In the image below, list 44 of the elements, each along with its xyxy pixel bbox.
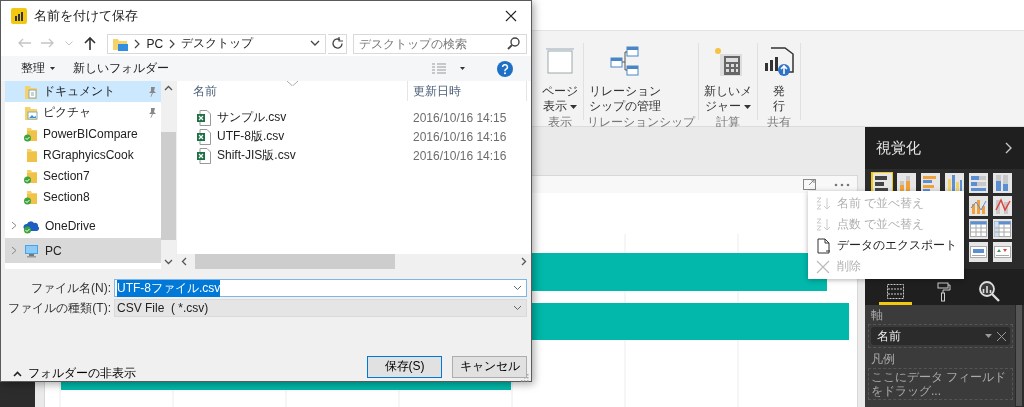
modified-date: 2016/10/16 14:16 xyxy=(412,129,507,144)
ribbon-button[interactable]: ページ 表示 xyxy=(539,43,581,114)
ribbon-group-label: 計算 xyxy=(715,114,741,131)
file-name[interactable]: Shift-JIS版.csv xyxy=(177,147,408,164)
drop-zone[interactable]: ここにデータ フィールドをドラッグ... xyxy=(868,368,1013,400)
field-chip[interactable]: 名前 xyxy=(871,327,1010,345)
menu-item[interactable]: データのエクスポート xyxy=(808,235,964,256)
file-type-select[interactable]: CSV File ( *.csv) xyxy=(114,299,527,317)
new-folder-button[interactable]: 新しいフォルダー xyxy=(67,57,175,80)
file-name[interactable]: サンプル.csv xyxy=(177,109,408,126)
file-name-field[interactable]: UTF-8ファイル.csv xyxy=(114,279,527,297)
section-label: 凡例 xyxy=(870,351,896,368)
window-title: 名前を付けて保存 xyxy=(34,7,139,25)
nav-item[interactable]: ピクチャ xyxy=(5,102,161,123)
ribbon-button[interactable]: 新しいメ ジャー xyxy=(701,43,755,114)
nav-item[interactable]: RGraphyicsCook xyxy=(5,144,161,165)
nav-item[interactable]: OneDrive xyxy=(5,213,161,238)
save-button[interactable]: 保存(S) xyxy=(367,355,442,378)
nav-item[interactable]: Section7 xyxy=(5,165,161,186)
ribbon-button[interactable]: リレーション シップの管理 xyxy=(586,43,664,114)
ribbon-group-label: 共有 xyxy=(766,114,792,131)
nav-item[interactable]: Section8 xyxy=(5,186,161,207)
section-label: 軸 xyxy=(870,307,884,324)
field-name: 名前 xyxy=(877,327,902,345)
column-header[interactable]: 名前 xyxy=(177,81,408,101)
nav-item[interactable]: PowerBICompare xyxy=(5,123,161,144)
file-name[interactable]: UTF-8版.csv xyxy=(177,128,408,145)
organize-button[interactable]: 整理 xyxy=(15,57,61,80)
search-field[interactable]: デスクトップの検索 xyxy=(353,33,527,54)
nav-item[interactable]: ドキュメント xyxy=(5,81,161,102)
cancel-button[interactable]: キャンセル xyxy=(452,355,527,378)
address-bar[interactable]: PC デスクトップ xyxy=(107,33,326,54)
field-label: ファイルの種類(T): xyxy=(7,299,112,317)
modified-date: 2016/10/16 14:15 xyxy=(412,110,507,125)
column-header[interactable]: 更新日時 xyxy=(408,81,527,101)
nav-item[interactable]: PC xyxy=(5,238,161,263)
ribbon-button[interactable]: 発 行 xyxy=(760,43,798,114)
breadcrumb-item[interactable]: PC xyxy=(146,36,164,51)
modified-date: 2016/10/16 14:16 xyxy=(412,148,507,163)
field-label: ファイル名(N): xyxy=(30,279,112,297)
hide-folders-button[interactable]: フォルダーの非表示 xyxy=(11,363,138,384)
breadcrumb-item[interactable]: デスクトップ xyxy=(181,35,254,52)
ribbon-group-label: 表示 xyxy=(547,114,573,131)
pane-title: 視覚化 xyxy=(876,138,921,158)
